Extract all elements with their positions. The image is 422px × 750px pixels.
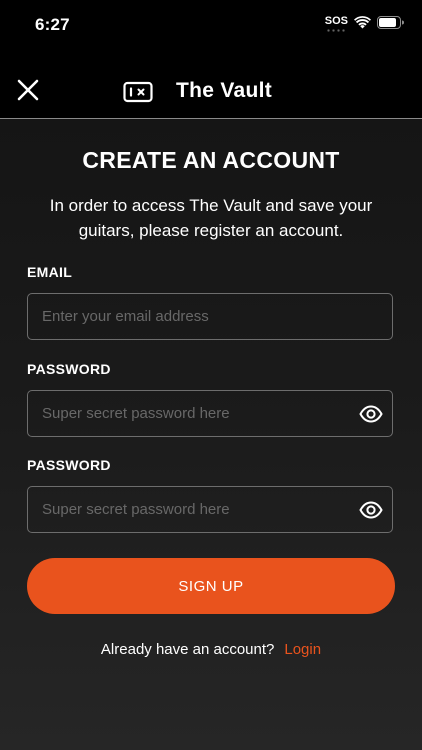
password-label: PASSWORD: [27, 361, 111, 377]
login-prompt: Already have an account? Login: [0, 641, 422, 658]
confirm-password-label: PASSWORD: [27, 457, 111, 473]
confirm-password-input[interactable]: [28, 487, 392, 532]
email-field[interactable]: [27, 293, 393, 340]
page-title: CREATE AN ACCOUNT: [82, 147, 340, 173]
confirm-password-field[interactable]: [27, 486, 393, 533]
wifi-icon: [354, 16, 371, 29]
page-description: In order to access The Vault and save yo…: [49, 196, 373, 240]
create-account-screen: 6:27 SOS The Vault CREATE AN ACCOUNT In …: [0, 0, 422, 750]
email-label: EMAIL: [27, 264, 73, 280]
vault-icon: [123, 81, 153, 103]
email-input[interactable]: [28, 294, 392, 339]
signal-dots: [325, 29, 346, 32]
eye-icon[interactable]: [359, 499, 383, 521]
nav-bar: The Vault: [0, 62, 422, 119]
nav-title: The Vault: [176, 79, 273, 102]
battery-icon: [377, 16, 404, 29]
status-time: 6:27: [35, 15, 70, 34]
password-input[interactable]: [28, 391, 392, 436]
sign-up-button[interactable]: SIGN UP: [27, 558, 395, 614]
login-prompt-text: Already have an account?: [100, 641, 275, 658]
sos-text: SOS: [324, 15, 348, 27]
sos-indicator: SOS: [324, 15, 348, 32]
login-link[interactable]: Login: [284, 641, 321, 658]
status-indicators: SOS: [324, 15, 404, 32]
status-bar: 6:27 SOS: [0, 0, 422, 50]
close-icon[interactable]: [14, 76, 42, 104]
eye-icon[interactable]: [359, 403, 383, 425]
password-field[interactable]: [27, 390, 393, 437]
